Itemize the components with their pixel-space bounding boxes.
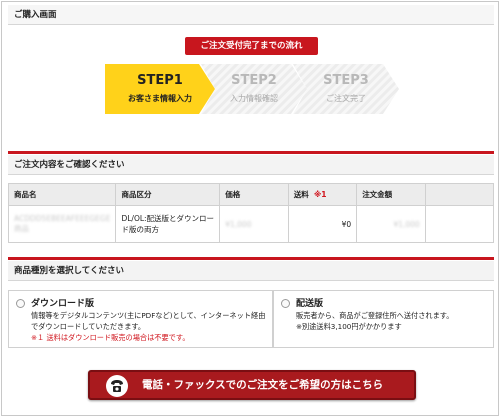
col-product-name: 商品名 [7, 183, 117, 206]
step-indicator: STEP1 お客さま情報入力 STEP2 入力情報確認 STEP3 ご注文完了 [105, 64, 405, 114]
delivery-option[interactable]: 配送版 販売者から、商品がご登録住所へ送付されます。 ※別途送料3,100円がか… [273, 290, 494, 348]
page-title: ご購入画面 [8, 5, 494, 25]
delivery-title: 配送版 [296, 299, 324, 309]
col-price: 価格 [219, 183, 289, 206]
cell-product-name: ACDDD5EBEEAFEEEGEGE商品 [7, 205, 117, 243]
download-note: ※１ 送料はダウンロード販売の場合は不要です。 [31, 333, 190, 342]
col-shipping: 送料 ※1 [287, 183, 358, 206]
cell-category: DL/OL:配送版とダウンロード版の両方 [115, 205, 221, 243]
cell-empty [424, 205, 495, 243]
cell-shipping: ¥0 [287, 205, 358, 243]
delivery-radio[interactable] [281, 299, 290, 308]
col-empty [424, 183, 495, 206]
step-3: STEP3 ご注文完了 [293, 64, 399, 114]
flow-badge: ご注文受付完了までの流れ [185, 37, 318, 55]
section-divider [8, 257, 494, 260]
product-type-section-title: 商品種別を選択してください [8, 261, 494, 281]
col-total: 注文金額 [356, 183, 426, 206]
order-table: 商品名 商品区分 価格 送料 ※1 注文金額 ACDDD5EBEEAFEEEGE… [7, 183, 495, 243]
step-2-label: 入力情報確認 [230, 94, 278, 103]
download-title: ダウンロード版 [31, 299, 95, 309]
col-category: 商品区分 [115, 183, 221, 206]
phone-button-label: 電話・ファックスでのご注文をご希望の方はこちら [142, 379, 384, 391]
download-desc: 情報等をデジタルコンテンツ(主にPDFなど)として、インターネット経由でダウンロ… [31, 311, 266, 331]
table-header-row: 商品名 商品区分 価格 送料 ※1 注文金額 [7, 183, 495, 206]
phone-fax-order-button[interactable]: 電話・ファックスでのご注文をご希望の方はこちら [88, 370, 416, 400]
step-2-number: STEP2 [231, 73, 277, 88]
telephone-icon [106, 375, 128, 397]
step-3-label: ご注文完了 [326, 94, 366, 103]
table-row: ACDDD5EBEEAFEEEGEGE商品 DL/OL:配送版とダウンロード版の… [7, 205, 495, 243]
step-1-label: お客さま情報入力 [128, 94, 192, 103]
step-1: STEP1 お客さま情報入力 [105, 64, 215, 114]
cell-price: ¥1,000 [219, 205, 289, 243]
delivery-shipping-note: ※別途送料3,100円がかかります [296, 322, 402, 331]
step-2: STEP2 入力情報確認 [201, 64, 307, 114]
confirm-section-title: ご注文内容をご確認ください [8, 155, 494, 175]
download-option[interactable]: ダウンロード版 情報等をデジタルコンテンツ(主にPDFなど)として、インターネッ… [8, 290, 273, 348]
cell-total: ¥1,000 [356, 205, 426, 243]
step-3-number: STEP3 [323, 73, 369, 88]
shipping-note-mark: ※1 [313, 190, 327, 199]
section-divider [8, 151, 494, 154]
step-1-number: STEP1 [137, 73, 183, 88]
purchase-page: ご購入画面 ご注文受付完了までの流れ STEP1 お客さま情報入力 STEP2 … [1, 1, 499, 416]
download-radio[interactable] [16, 299, 25, 308]
delivery-desc: 販売者から、商品がご登録住所へ送付されます。 [296, 311, 454, 320]
